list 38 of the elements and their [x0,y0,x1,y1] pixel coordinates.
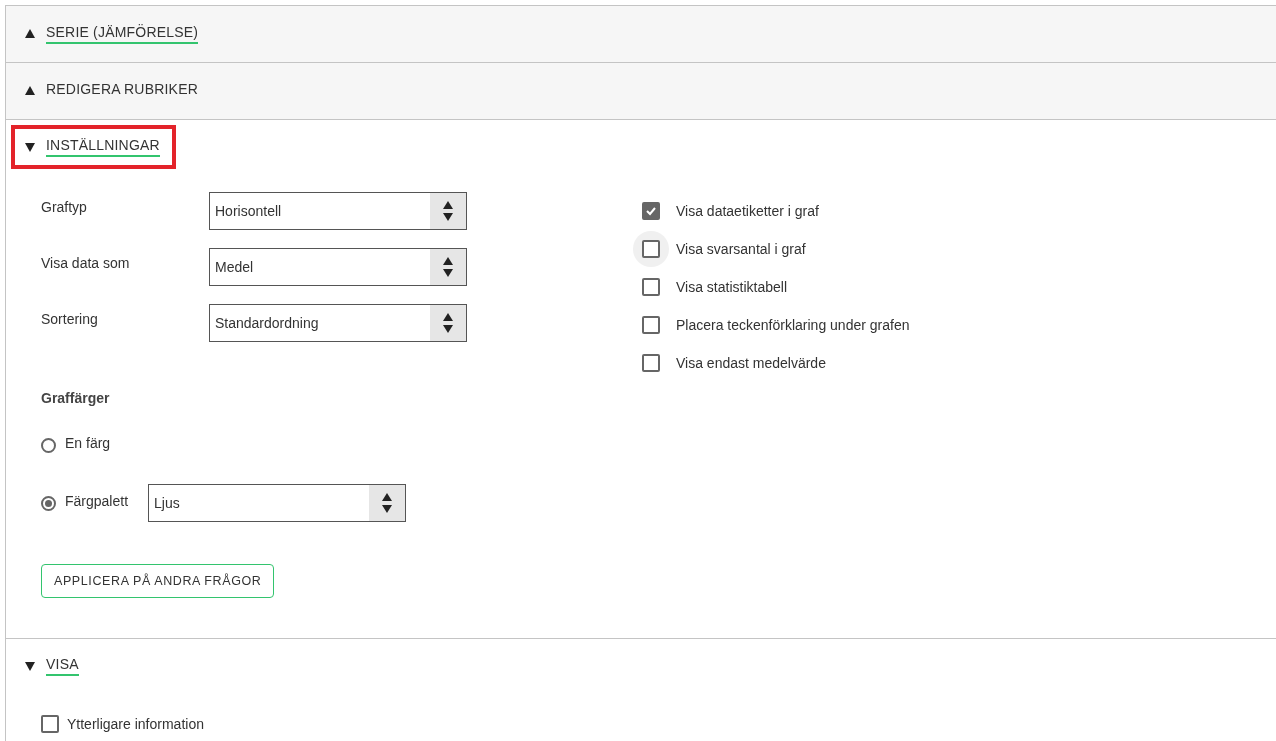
select-field[interactable]: Ljus [148,484,407,522]
checkbox[interactable] [642,354,660,372]
select-field[interactable]: Standardordning [209,304,467,342]
section-title[interactable]: REDIGERA RUBRIKER [46,81,198,101]
checkbox[interactable] [642,278,660,296]
checkbox[interactable] [642,240,660,258]
checkbox-label: Placera teckenförklaring under grafen [676,317,910,333]
checkbox[interactable] [41,715,59,733]
checkbox-label: Visa dataetiketter i graf [676,203,819,219]
triangle-icon[interactable] [25,142,35,152]
field-label: Graftyp [41,198,88,215]
section-title[interactable]: SERIE (JÄMFÖRELSE) [46,24,199,44]
sort-arrows-icon [443,312,453,334]
radio-button[interactable] [41,495,56,511]
radio-label: Färgpalett [65,493,129,509]
checkbox-label: Ytterligare information [67,716,204,732]
sort-arrows-icon [443,200,453,222]
apply-button[interactable]: APPLICERA PÅ ANDRA FRÅGOR [41,564,275,598]
radio-button[interactable] [41,437,56,453]
triangle-icon[interactable] [25,661,35,671]
sort-arrows-icon [382,492,393,514]
checkbox-label: Visa statistiktabell [676,279,787,295]
field-label: Visa data som [41,254,131,271]
checkbox[interactable] [642,316,660,334]
field-label: Sortering [41,310,99,327]
sort-arrows-icon [443,256,453,278]
checkbox-label: Visa endast medelvärde [676,355,826,371]
triangle-icon[interactable] [25,86,35,96]
section-title[interactable]: INSTÄLLNINGAR [46,137,160,157]
checkbox[interactable] [642,202,660,220]
section-title[interactable]: VISA [46,656,79,676]
select-field[interactable]: Medel [209,248,467,286]
select-field[interactable]: Horisontell [209,192,467,230]
checkmark-icon [645,205,657,217]
section-subtitle: Graffärger [41,390,111,406]
triangle-icon[interactable] [25,29,35,39]
checkbox-label: Visa svarsantal i graf [676,241,806,257]
radio-label: En färg [65,435,111,451]
